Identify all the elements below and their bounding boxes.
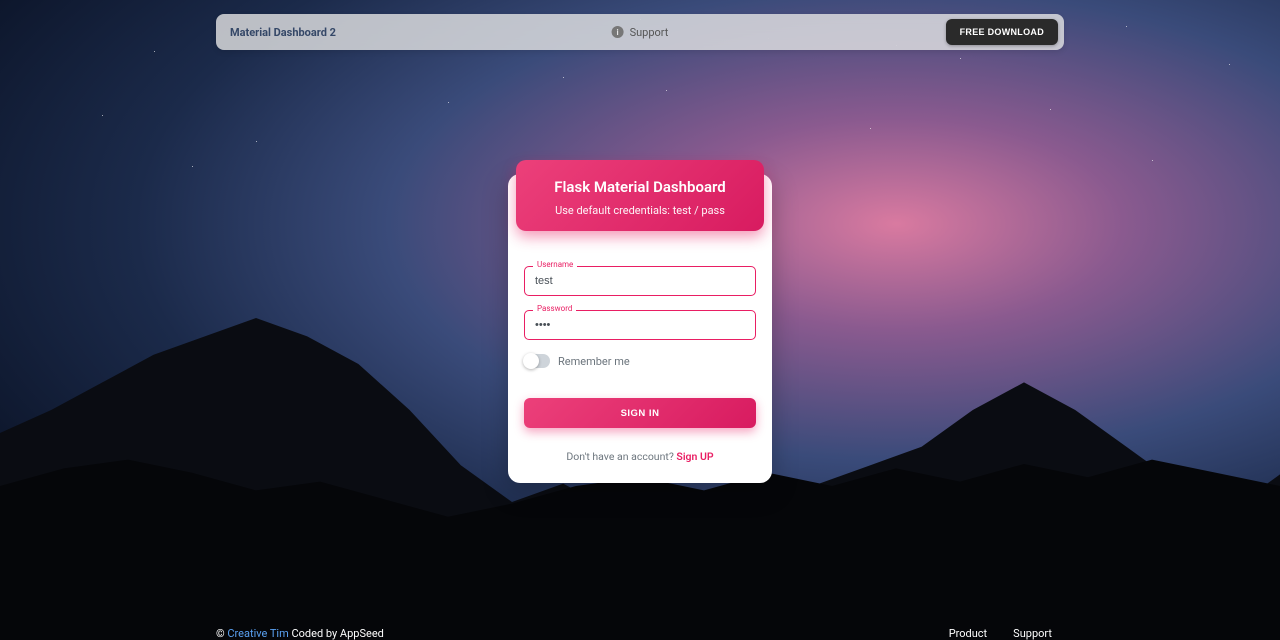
signin-button[interactable]: SIGN IN [524, 398, 756, 428]
remember-toggle[interactable] [524, 354, 550, 368]
signup-link[interactable]: Sign UP [676, 450, 713, 463]
login-title: Flask Material Dashboard [528, 178, 752, 196]
password-input[interactable] [524, 310, 756, 340]
footer-links: Product Support [949, 627, 1052, 640]
creative-tim-link[interactable]: Creative Tim [227, 627, 288, 640]
nav-support-label: Support [630, 26, 669, 39]
footer-copyright: © Creative Tim Coded by AppSeed [216, 627, 384, 640]
login-card: Flask Material Dashboard Use default cre… [508, 174, 772, 483]
username-label: Username [533, 260, 577, 269]
password-label: Password [533, 304, 576, 313]
top-navbar: Material Dashboard 2 i Support FREE DOWN… [216, 14, 1064, 50]
free-download-button[interactable]: FREE DOWNLOAD [946, 19, 1058, 45]
coded-by-text: Coded by AppSeed [289, 627, 384, 640]
footer-product-link[interactable]: Product [949, 627, 987, 640]
copyright-symbol: © [216, 627, 227, 640]
remember-label: Remember me [558, 355, 630, 368]
password-field-wrap: Password [524, 310, 756, 340]
signup-line: Don't have an account? Sign UP [524, 450, 756, 463]
brand-title[interactable]: Material Dashboard 2 [230, 26, 336, 39]
remember-row: Remember me [524, 354, 756, 368]
footer-support-link[interactable]: Support [1013, 627, 1052, 640]
page-footer: © Creative Tim Coded by AppSeed Product … [0, 618, 1280, 640]
username-field-wrap: Username [524, 266, 756, 296]
nav-support-link[interactable]: i Support [612, 26, 669, 39]
login-card-header: Flask Material Dashboard Use default cre… [516, 160, 764, 231]
login-subtitle: Use default credentials: test / pass [528, 204, 752, 217]
signup-prompt: Don't have an account? [566, 450, 676, 463]
info-icon: i [612, 26, 624, 38]
username-input[interactable] [524, 266, 756, 296]
